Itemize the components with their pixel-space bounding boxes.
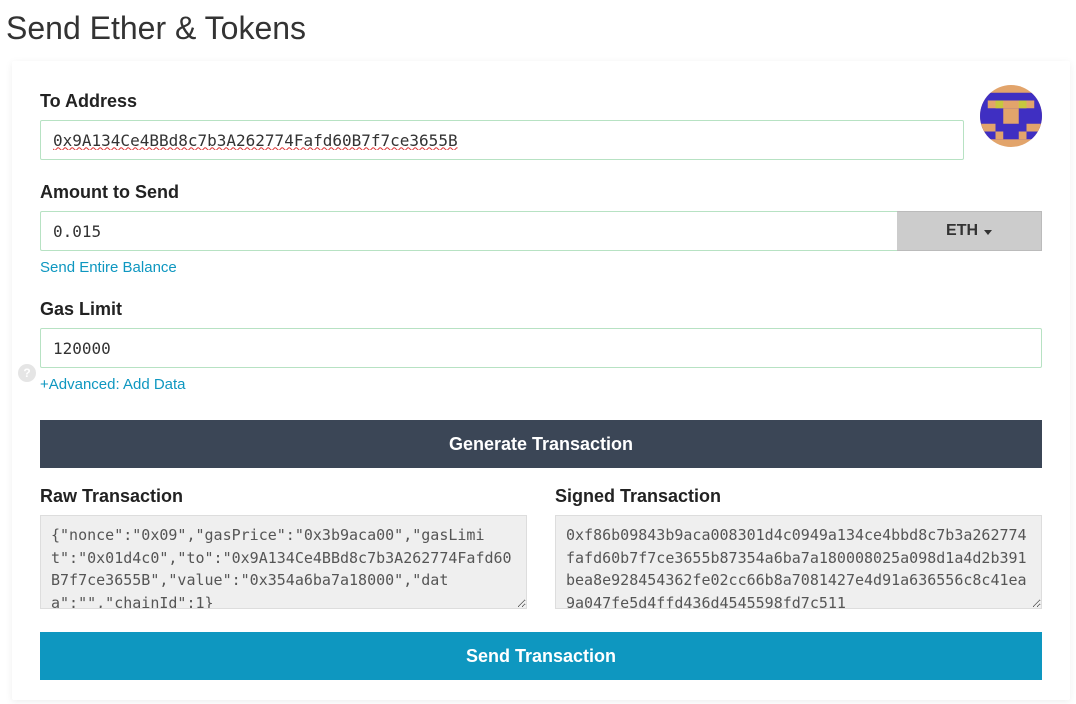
raw-tx-textarea[interactable] [40, 515, 527, 609]
page-title: Send Ether & Tokens [0, 0, 1076, 61]
send-form-card: To Address Amount to Send ETH [12, 61, 1070, 700]
advanced-add-data-link[interactable]: +Advanced: Add Data [40, 376, 186, 393]
raw-tx-label: Raw Transaction [40, 486, 527, 507]
gas-limit-input[interactable] [40, 328, 1042, 368]
gas-limit-label: Gas Limit [40, 299, 1042, 320]
help-icon[interactable]: ? [18, 364, 36, 382]
to-address-label: To Address [40, 91, 964, 112]
to-address-input[interactable] [40, 120, 964, 160]
identicon-icon [980, 85, 1042, 147]
signed-tx-textarea[interactable] [555, 515, 1042, 609]
currency-select[interactable]: ETH [897, 211, 1042, 251]
send-transaction-button[interactable]: Send Transaction [40, 632, 1042, 680]
currency-value: ETH [946, 222, 978, 240]
chevron-down-icon [984, 230, 992, 235]
address-identicon [980, 85, 1042, 147]
amount-input[interactable] [40, 211, 897, 251]
amount-label: Amount to Send [40, 182, 1042, 203]
send-entire-balance-link[interactable]: Send Entire Balance [40, 259, 177, 276]
signed-tx-label: Signed Transaction [555, 486, 1042, 507]
generate-transaction-button[interactable]: Generate Transaction [40, 420, 1042, 468]
